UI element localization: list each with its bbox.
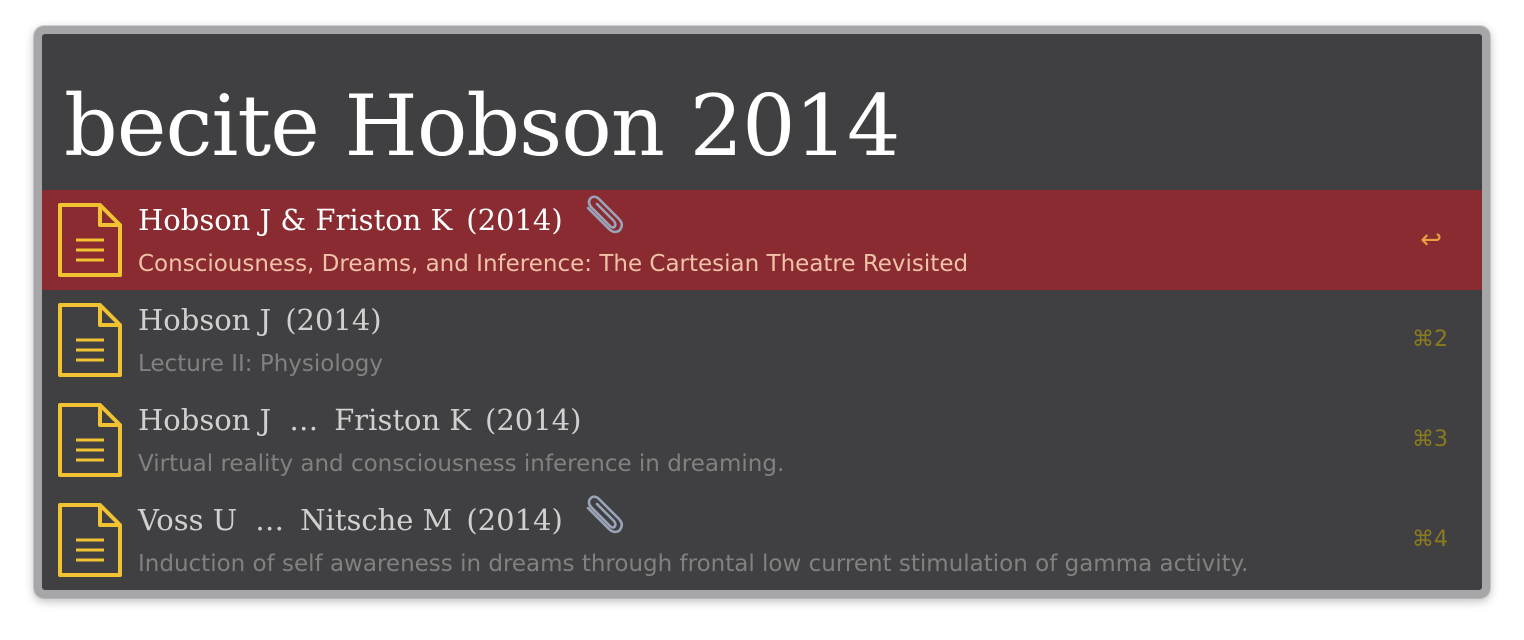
result-subtitle: Induction of self awareness in dreams th…: [138, 551, 1249, 577]
document-icon: [58, 303, 122, 377]
result-subtitle: Consciousness, Dreams, and Inference: Th…: [138, 251, 969, 277]
search-input[interactable]: becite Hobson 2014: [64, 66, 900, 186]
document-icon: [58, 203, 122, 277]
result-year: (2014): [285, 303, 382, 337]
result-year: (2014): [485, 403, 582, 437]
result-authors: Hobson J: [138, 403, 272, 437]
result-subtitle: Virtual reality and consciousness infere…: [138, 451, 785, 477]
shortcut-hint: ⌘2: [1412, 327, 1448, 352]
paperclip-icon: [586, 195, 623, 234]
results-list: Hobson J & Friston K (2014) Consciousness…: [42, 190, 1482, 590]
result-row[interactable]: Hobson J (2014) Lecture II: Physiology ⌘2: [42, 290, 1482, 390]
result-last-author: Nitsche M: [300, 503, 453, 537]
return-key-hint: ↩: [1420, 225, 1442, 255]
result-subtitle: Lecture II: Physiology: [138, 351, 384, 377]
result-authors: Hobson J & Friston K: [138, 203, 453, 237]
author-ellipsis: …: [255, 503, 285, 537]
result-row[interactable]: Hobson J … Friston K (2014) Virtual reality…: [42, 390, 1482, 490]
shortcut-hint: ⌘3: [1412, 427, 1448, 452]
result-row[interactable]: Hobson J & Friston K (2014) Consciousness…: [42, 190, 1482, 290]
shortcut-hint: ⌘4: [1412, 527, 1448, 552]
result-title-line: Hobson J & Friston K (2014): [138, 195, 625, 242]
document-icon: [58, 503, 122, 577]
result-title-line: Hobson J … Friston K (2014): [138, 398, 581, 442]
result-authors: Hobson J: [138, 303, 272, 337]
result-year: (2014): [466, 503, 563, 537]
paperclip-icon: [586, 495, 623, 534]
author-ellipsis: …: [289, 403, 319, 437]
result-last-author: Friston K: [334, 403, 472, 437]
result-year: (2014): [466, 203, 563, 237]
document-icon: [58, 403, 122, 477]
result-authors: Voss U: [138, 503, 238, 537]
launcher-panel: becite Hobson 2014 Hobson J & Friston K (…: [42, 34, 1482, 590]
launcher-window: becite Hobson 2014 Hobson J & Friston K (…: [34, 26, 1490, 598]
result-title-line: Voss U … Nitsche M (2014): [138, 495, 625, 542]
result-title-line: Hobson J (2014): [138, 298, 382, 342]
result-row[interactable]: Voss U … Nitsche M (2014) Induction of self…: [42, 490, 1482, 590]
